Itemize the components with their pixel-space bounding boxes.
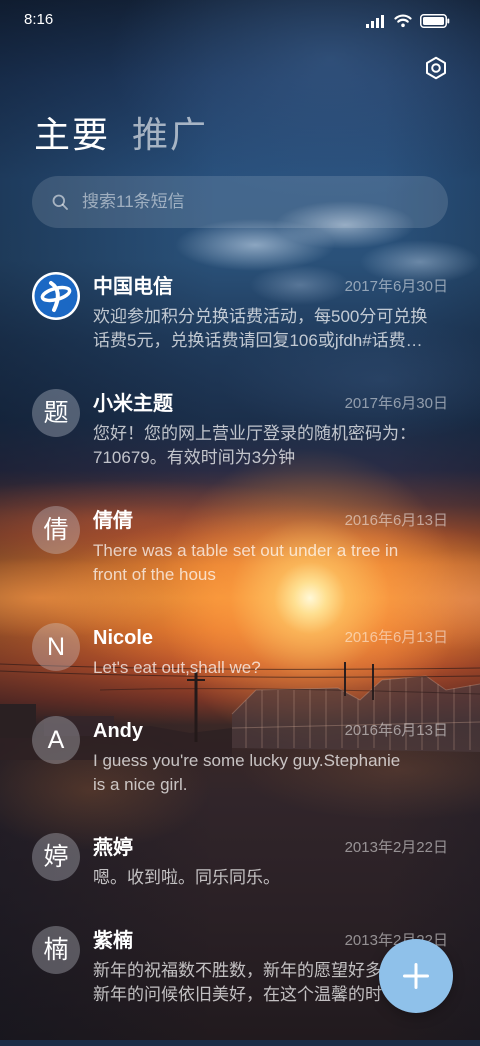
message-preview: 欢迎参加积分兑换话费活动，每500分可兑换 话费5元，兑换话费请回复106或jf… [93,305,448,353]
preview-line: Let's eat out,shall we? [93,658,261,677]
conversation-list: 中国电信 2017年6月30日 欢迎参加积分兑换话费活动，每500分可兑换 话费… [0,272,480,1046]
conversation-item[interactable]: N Nicole 2016年6月13日 Let's eat out,shall … [0,623,480,680]
avatar: 倩 [32,506,80,554]
message-preview: There was a table set out under a tree i… [93,539,448,587]
preview-line: 710679。有效时间为3分钟 [93,448,296,467]
avatar: 题 [32,389,80,437]
conversation-item[interactable]: A Andy 2016年6月13日 I guess you're some lu… [0,716,480,797]
contact-name: Andy [93,720,143,742]
message-date: 2016年6月13日 [344,512,448,529]
conversation-item[interactable]: 倩 倩倩 2016年6月13日 There was a table set ou… [0,506,480,587]
battery-icon [420,14,450,28]
message-date: 2016年6月13日 [344,629,448,646]
tab-bar: 主要 推广 [34,112,208,158]
settings-icon[interactable] [424,56,448,80]
preview-line: 欢迎参加积分兑换话费活动，每500分可兑换 [93,307,428,326]
wifi-icon [394,14,412,28]
message-preview: Let's eat out,shall we? [93,656,448,680]
tab-primary[interactable]: 主要 [34,112,110,158]
message-date: 2017年6月30日 [344,278,448,295]
message-preview: 您好！您的网上营业厅登录的随机密码为： 710679。有效时间为3分钟 [93,422,448,470]
conversation-item[interactable]: 中国电信 2017年6月30日 欢迎参加积分兑换话费活动，每500分可兑换 话费… [0,272,480,353]
preview-line: 您好！您的网上营业厅登录的随机密码为： [93,424,416,443]
preview-line: 话费5元，兑换话费请回复106或jfdh#话费… [93,331,423,350]
avatar [32,272,80,320]
contact-name: 中国电信 [93,276,173,298]
message-preview: I guess you're some lucky guy.Stephanie … [93,749,448,797]
preview-line: 嗯。收到啦。同乐同乐。 [93,868,280,887]
message-preview: 嗯。收到啦。同乐同乐。 [93,866,448,890]
avatar: 楠 [32,926,80,974]
contact-name: 小米主题 [93,393,173,415]
plus-icon [403,963,429,989]
search-icon [52,194,68,210]
conversation-item[interactable]: 婷 燕婷 2013年2月22日 嗯。收到啦。同乐同乐。 [0,833,480,890]
compose-button[interactable] [379,939,453,1013]
conversation-item[interactable]: 题 小米主题 2017年6月30日 您好！您的网上营业厅登录的随机密码为： 71… [0,389,480,470]
status-time: 8:16 [24,11,54,28]
avatar: 婷 [32,833,80,881]
tab-promotions[interactable]: 推广 [132,112,208,158]
contact-name: 倩倩 [93,510,133,532]
preview-line: There was a table set out under a tree i… [93,541,399,560]
contact-name: 紫楠 [93,930,133,952]
search-placeholder: 搜索11条短信 [82,192,185,211]
message-date: 2016年6月13日 [344,722,448,739]
message-date: 2013年2月22日 [344,839,448,856]
search-bar[interactable]: 搜索11条短信 [32,176,448,228]
avatar: N [32,623,80,671]
contact-name: 燕婷 [93,837,133,859]
avatar: A [32,716,80,764]
preview-line: is a nice girl. [93,775,188,794]
preview-line: I guess you're some lucky guy.Stephanie [93,751,401,770]
preview-line: front of the hous [93,565,216,584]
china-telecom-logo [32,272,80,320]
contact-name: Nicole [93,627,154,649]
signal-icon [366,15,384,28]
message-date: 2017年6月30日 [344,395,448,412]
